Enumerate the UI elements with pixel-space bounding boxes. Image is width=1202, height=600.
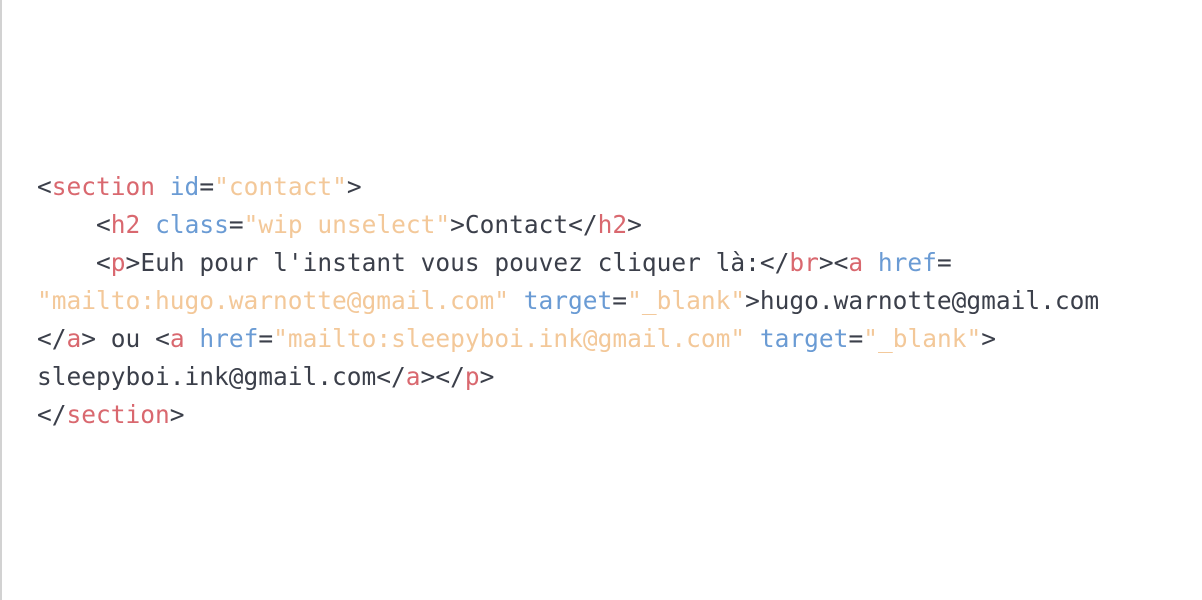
code-punctuation: < <box>37 172 52 201</box>
code-tag-name: h2 <box>597 210 628 239</box>
code-punctuation: = <box>848 324 864 353</box>
code-tag-name: br <box>789 248 819 277</box>
code-punctuation: > <box>745 286 760 315</box>
code-attribute-name: target <box>759 324 849 353</box>
code-tag-name: section <box>51 172 156 201</box>
code-attribute-value: "_blank" <box>863 324 982 353</box>
code-punctuation: < <box>96 248 111 277</box>
code-block[interactable]: <section id="contact"> <h2 class="wip un… <box>37 168 1099 434</box>
code-text: ou <box>96 324 156 353</box>
code-text: sleepyboi.ink@gmail.com <box>37 362 377 391</box>
code-punctuation: > <box>81 324 97 353</box>
code-tag-name: p <box>110 248 126 277</box>
code-punctuation: > <box>818 248 834 277</box>
code-punctuation: > <box>125 248 141 277</box>
code-attribute-value: "contact" <box>214 172 347 201</box>
code-attribute-value: "mailto:hugo.warnotte@gmail.com" <box>37 286 510 315</box>
code-punctuation: </ <box>376 362 406 391</box>
code-punctuation: </ <box>37 324 67 353</box>
code-punctuation: < <box>96 210 111 239</box>
code-tag-name: h2 <box>110 210 141 239</box>
code-attribute-name: class <box>155 210 229 239</box>
code-attribute-value: "mailto:sleepyboi.ink@gmail.com" <box>273 324 746 353</box>
code-attribute-name: id <box>169 172 200 201</box>
code-attribute-name: href <box>877 248 937 277</box>
code-tag-name: section <box>66 400 170 429</box>
code-punctuation: = <box>228 210 244 239</box>
code-punctuation: > <box>627 210 642 239</box>
code-text: Contact <box>464 210 569 239</box>
code-text: hugo.warnotte@gmail.com <box>759 286 1100 315</box>
code-punctuation: < <box>833 248 849 277</box>
code-line: </section> <box>37 396 1099 434</box>
code-punctuation: > <box>346 172 362 201</box>
code-line: "mailto:hugo.warnotte@gmail.com" target=… <box>37 282 1099 320</box>
code-punctuation: < <box>155 324 170 353</box>
code-text: Euh pour l'instant vous pouvez cliquer l… <box>140 248 760 277</box>
code-line: <p>Euh pour l'instant vous pouvez clique… <box>37 244 1099 282</box>
code-punctuation: = <box>258 324 274 353</box>
code-tag-name: a <box>848 248 864 277</box>
code-tag-name: p <box>464 362 480 391</box>
editor-left-rule <box>0 0 2 600</box>
code-attribute-name: target <box>523 286 613 315</box>
code-line: sleepyboi.ink@gmail.com</a></p> <box>37 358 1099 396</box>
code-attribute-value: "wip unselect" <box>243 210 451 239</box>
code-attribute-value: "_blank" <box>627 286 746 315</box>
code-punctuation: = <box>936 248 952 277</box>
code-attribute-name: href <box>199 324 259 353</box>
code-tag-name: a <box>169 324 185 353</box>
code-punctuation: > <box>450 210 465 239</box>
code-punctuation: </ <box>568 210 598 239</box>
code-punctuation: </ <box>37 400 67 429</box>
code-tag-name: a <box>66 324 82 353</box>
code-punctuation: </ <box>435 362 465 391</box>
code-punctuation: > <box>169 400 185 429</box>
code-punctuation: > <box>981 324 996 353</box>
code-punctuation: = <box>199 172 215 201</box>
code-punctuation: </ <box>759 248 790 277</box>
code-punctuation: > <box>420 362 436 391</box>
code-line: </a> ou <a href="mailto:sleepyboi.ink@gm… <box>37 320 1099 358</box>
code-line: <h2 class="wip unselect">Contact</h2> <box>37 206 1099 244</box>
code-line: <section id="contact"> <box>37 168 1099 206</box>
code-tag-name: a <box>405 362 421 391</box>
code-punctuation: > <box>479 362 495 391</box>
code-punctuation: = <box>612 286 628 315</box>
